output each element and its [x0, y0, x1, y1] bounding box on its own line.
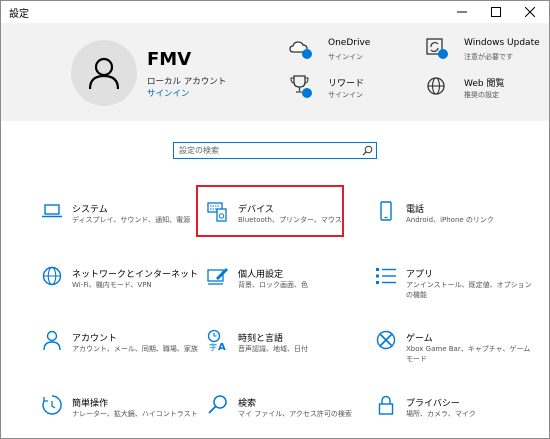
- svg-text:字: 字: [209, 342, 217, 351]
- tile-title: 簡単操作: [72, 399, 109, 409]
- service-desc: サインイン: [328, 53, 363, 61]
- account-type: ローカル アカウント: [147, 77, 227, 87]
- tile-title: アカウント: [72, 334, 118, 344]
- service-desc: 注意が必要です: [464, 53, 513, 61]
- tile-title: 検索: [238, 399, 257, 409]
- tile-desc: 背景、ロック画面、色: [238, 281, 308, 289]
- tile-privacy[interactable]: プライバシー 場所、カメラ、マイク: [375, 392, 535, 436]
- settings-search[interactable]: [173, 142, 377, 159]
- svg-text:A: A: [218, 342, 226, 351]
- paint-screen-icon: [207, 268, 228, 285]
- service-windows-update[interactable]: Windows Update 注意が必要です: [424, 35, 549, 65]
- tile-desc: Android、iPhone のリンク: [406, 216, 494, 224]
- tile-title: プライバシー: [406, 399, 460, 409]
- tile-desc: ディスプレイ、サウンド、通知、電源: [72, 216, 191, 224]
- tile-system[interactable]: システム ディスプレイ、サウンド、通知、電源: [41, 198, 201, 242]
- tile-title: 個人用設定: [238, 270, 284, 280]
- service-onedrive[interactable]: OneDrive サインイン: [288, 35, 428, 65]
- service-name: Web 閲覧: [464, 79, 505, 89]
- tile-desc: アンインストール、既定値、オプションの機能: [406, 281, 532, 299]
- update-icon: [426, 38, 448, 59]
- tile-desc: Xbox Game Bar、キャプチャ、ゲーム モード: [406, 345, 531, 363]
- tile-search[interactable]: 検索 マイ ファイル、アクセス許可の検索: [207, 392, 367, 436]
- signin-link[interactable]: サインイン: [147, 87, 190, 99]
- service-name: リワード: [328, 79, 365, 89]
- tile-desc: Wi-Fi、機内モード、VPN: [72, 281, 152, 289]
- lock-icon: [378, 395, 394, 415]
- close-icon: [525, 7, 535, 17]
- maximize-button[interactable]: [479, 1, 513, 23]
- user-icon: [88, 57, 120, 90]
- cloud-icon: [289, 41, 312, 59]
- search-input[interactable]: [174, 143, 363, 158]
- tile-title: ゲーム: [406, 334, 433, 344]
- person-icon: [43, 330, 61, 351]
- title-bar[interactable]: 設定: [1, 1, 549, 23]
- tile-title: 電話: [406, 205, 425, 215]
- globe-icon: [427, 77, 445, 95]
- app-list-icon: [376, 268, 396, 284]
- magnifier-icon: [208, 395, 227, 414]
- tile-desc: アカウント、メール、同期、職場、家族: [72, 345, 198, 353]
- window-title: 設定: [9, 9, 29, 20]
- service-web-browsing[interactable]: Web 閲覧 推奨の設定: [424, 73, 549, 103]
- phone-icon: [380, 201, 392, 221]
- tile-apps[interactable]: アプリ アンインストール、既定値、オプションの機能: [375, 263, 535, 307]
- tile-title: システム: [72, 205, 108, 215]
- minimize-button[interactable]: [445, 1, 479, 23]
- laptop-icon: [42, 204, 62, 218]
- tile-network[interactable]: ネットワークとインターネット Wi-Fi、機内モード、VPN: [41, 263, 201, 307]
- highlight-box: [196, 185, 344, 237]
- service-name: OneDrive: [328, 38, 371, 48]
- tile-time-language[interactable]: A 字 時刻と言語 音声認識、地域、日付: [207, 327, 367, 371]
- network-globe-icon: [42, 266, 62, 286]
- tile-desc: ナレーター、拡大鏡、ハイコントラスト: [72, 410, 198, 418]
- xbox-icon: [376, 330, 396, 350]
- tile-personalization[interactable]: 個人用設定 背景、ロック画面、色: [207, 263, 367, 307]
- close-button[interactable]: [513, 1, 547, 23]
- search-icon[interactable]: [362, 145, 373, 156]
- maximize-icon: [491, 7, 501, 17]
- service-rewards[interactable]: リワード サインイン: [288, 73, 428, 103]
- tile-ease-of-access[interactable]: 簡単操作 ナレーター、拡大鏡、ハイコントラスト: [41, 392, 201, 436]
- service-name: Windows Update: [464, 38, 540, 48]
- tile-phone[interactable]: 電話 Android、iPhone のリンク: [375, 198, 535, 242]
- minimize-icon: [457, 11, 467, 13]
- trophy-icon: [290, 75, 312, 98]
- tile-accounts[interactable]: アカウント アカウント、メール、同期、職場、家族: [41, 327, 201, 371]
- account-header: FMV ローカル アカウント サインイン OneDrive サインイン Wind…: [1, 23, 549, 121]
- tile-desc: マイ ファイル、アクセス許可の検索: [238, 410, 352, 418]
- tile-title: アプリ: [406, 270, 434, 280]
- tile-gaming[interactable]: ゲーム Xbox Game Bar、キャプチャ、ゲーム モード: [375, 327, 535, 371]
- user-name: FMV: [147, 49, 192, 70]
- time-language-icon: A 字: [207, 329, 226, 351]
- service-desc: 推奨の設定: [464, 91, 499, 99]
- tile-title: 時刻と言語: [238, 334, 284, 344]
- tile-desc: 音声認識、地域、日付: [238, 345, 308, 353]
- tile-title: ネットワークとインターネット: [72, 270, 199, 280]
- service-desc: サインイン: [328, 91, 363, 99]
- tile-desc: 場所、カメラ、マイク: [406, 410, 476, 418]
- settings-window: 設定 FMV ローカル アカウント サインイン OneDrive サインイン W…: [0, 0, 550, 439]
- avatar[interactable]: [71, 40, 137, 106]
- ease-of-access-icon: [42, 395, 62, 415]
